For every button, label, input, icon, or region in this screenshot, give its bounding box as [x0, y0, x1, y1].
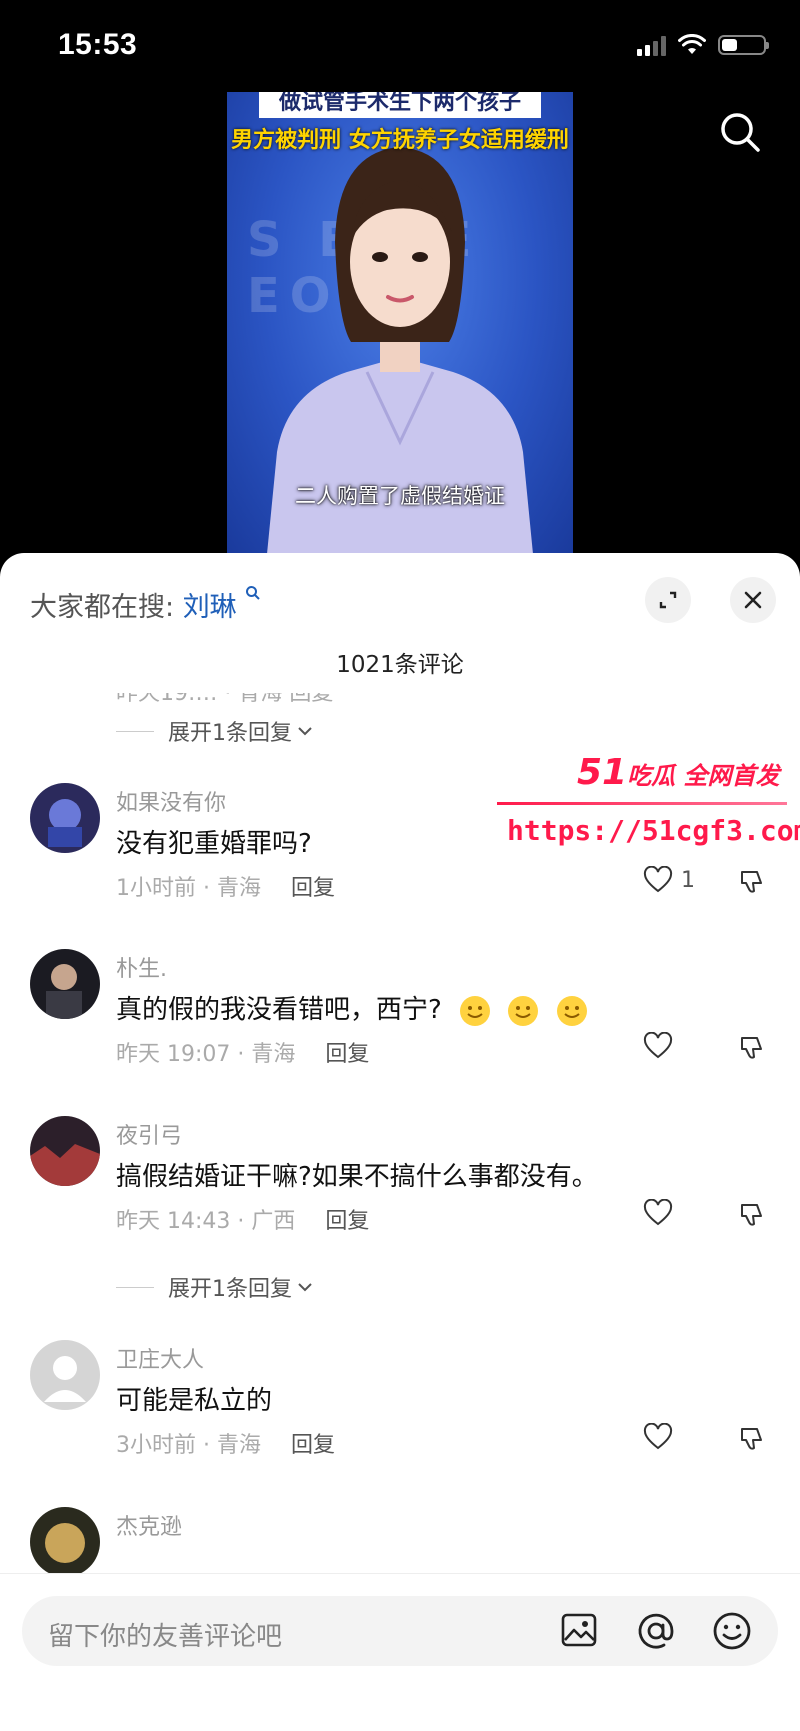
comment-input-bar: 留下你的友善评论吧 — [0, 1573, 800, 1731]
comment-text: 搞假结婚证干嘛?如果不搞什么事都没有。 — [116, 1162, 598, 1192]
comment-username[interactable]: 夜引弓 — [116, 1118, 182, 1150]
expand-replies-button[interactable]: 展开1条回复 — [116, 715, 314, 747]
like-button[interactable] — [643, 1423, 673, 1451]
emoji-icon — [556, 995, 587, 1026]
heart-icon — [643, 1032, 673, 1059]
comment-text: 可能是私立的 — [116, 1386, 273, 1416]
video-headline-main: 男方被判刑 女方抚养子女适用缓刑 — [231, 128, 569, 153]
comment-count: 1021条评论 — [336, 652, 464, 678]
expand-replies-label: 展开1条回复 — [168, 721, 292, 746]
expand-replies-label: 展开1条回复 — [168, 1277, 292, 1302]
like-button[interactable]: 1 — [643, 866, 695, 894]
comment-time: 昨天 19:07 · 青海 — [116, 1042, 296, 1067]
comment-username[interactable]: 杰克逊 — [116, 1509, 182, 1541]
like-count: 1 — [681, 867, 695, 893]
comment-input-placeholder: 留下你的友善评论吧 — [48, 1622, 283, 1652]
battery-icon — [718, 35, 769, 55]
search-small-icon — [246, 586, 260, 600]
comment-meta: 昨天 14:43 · 广西 回复 — [116, 1203, 369, 1235]
comment-text: 真的假的我没看错吧，西宁? — [116, 989, 589, 1028]
dislike-icon[interactable] — [738, 1425, 766, 1453]
close-button[interactable] — [730, 577, 776, 623]
expand-replies-button[interactable]: 展开1条回复 — [116, 1271, 314, 1303]
hot-search-keyword[interactable]: 刘琳 — [183, 592, 237, 623]
emoji-picker-icon[interactable] — [710, 1609, 754, 1653]
wifi-icon — [678, 34, 706, 54]
video-headline-top: 做试管手术生下两个孩子 — [259, 92, 541, 118]
chevron-down-icon — [298, 1283, 312, 1292]
status-time: 15:53 — [58, 28, 138, 61]
comment-sheet-header: 大家都在搜: 刘琳 1021条评论 — [0, 553, 800, 693]
like-button[interactable] — [643, 1199, 673, 1227]
watermark: 51吃瓜 全网首发 https://51cgf3.com — [497, 752, 800, 862]
comment-time: 3小时前 · 青海 — [116, 1433, 261, 1458]
close-icon — [744, 591, 762, 609]
dislike-icon[interactable] — [738, 1034, 766, 1062]
comment-time: 1小时前 · 青海 — [116, 876, 261, 901]
search-icon[interactable] — [718, 110, 762, 154]
avatar[interactable] — [30, 949, 100, 1019]
comment-meta: 1小时前 · 青海 回复 — [116, 870, 335, 902]
watermark-url: https://51cgf3.com — [507, 814, 800, 847]
partial-comment-meta: 昨天19:… · 青海 回复 — [116, 693, 334, 706]
dislike-icon[interactable] — [738, 868, 766, 896]
comment-username[interactable]: 如果没有你 — [116, 785, 226, 817]
status-bar: 15:53 — [0, 0, 800, 92]
comment-meta: 昨天 19:07 · 青海 回复 — [116, 1036, 369, 1068]
avatar[interactable] — [30, 783, 100, 853]
comment-time: 昨天 14:43 · 广西 — [116, 1209, 296, 1234]
heart-icon — [643, 1199, 673, 1226]
expand-icon — [659, 591, 677, 609]
heart-icon — [643, 866, 673, 893]
comment-username[interactable]: 朴生. — [116, 951, 167, 983]
emoji-icon — [460, 995, 491, 1026]
watermark-brand: 51吃瓜 全网首发 — [577, 752, 780, 793]
reply-button[interactable]: 回复 — [291, 876, 335, 901]
status-icons — [637, 34, 769, 56]
comment-meta: 3小时前 · 青海 回复 — [116, 1427, 335, 1459]
reply-button[interactable]: 回复 — [291, 1433, 335, 1458]
dislike-icon[interactable] — [738, 1201, 766, 1229]
avatar[interactable] — [30, 1507, 100, 1573]
comment-input[interactable]: 留下你的友善评论吧 — [22, 1596, 778, 1666]
heart-icon — [643, 1423, 673, 1450]
comment-sheet: 大家都在搜: 刘琳 1021条评论 昨天19:… · 青海 回复 展开1条回复 — [0, 553, 800, 1731]
cellular-signal-icon — [637, 34, 666, 56]
avatar[interactable] — [30, 1340, 100, 1410]
hot-search-label: 大家都在搜: — [30, 592, 183, 623]
divider — [116, 730, 154, 732]
divider — [116, 1286, 154, 1288]
image-icon[interactable] — [558, 1609, 600, 1651]
expand-fullscreen-button[interactable] — [645, 577, 691, 623]
video-player[interactable]: S EO E EO 做试管手术生下两个孩子 男方被判刑 女方抚养子女适用缓刑 二… — [227, 92, 573, 554]
hot-search[interactable]: 大家都在搜: 刘琳 — [30, 585, 261, 624]
comment-username[interactable]: 卫庄大人 — [116, 1342, 204, 1374]
avatar[interactable] — [30, 1116, 100, 1186]
mention-icon[interactable] — [634, 1609, 678, 1653]
watermark-underline — [497, 802, 787, 805]
reply-button[interactable]: 回复 — [325, 1209, 369, 1234]
chevron-down-icon — [298, 727, 312, 736]
reply-button[interactable]: 回复 — [325, 1042, 369, 1067]
emoji-icon — [508, 995, 539, 1026]
like-button[interactable] — [643, 1032, 673, 1060]
video-subtitle: 二人购置了虚假结婚证 — [295, 484, 505, 508]
comment-text: 没有犯重婚罪吗? — [116, 829, 312, 859]
